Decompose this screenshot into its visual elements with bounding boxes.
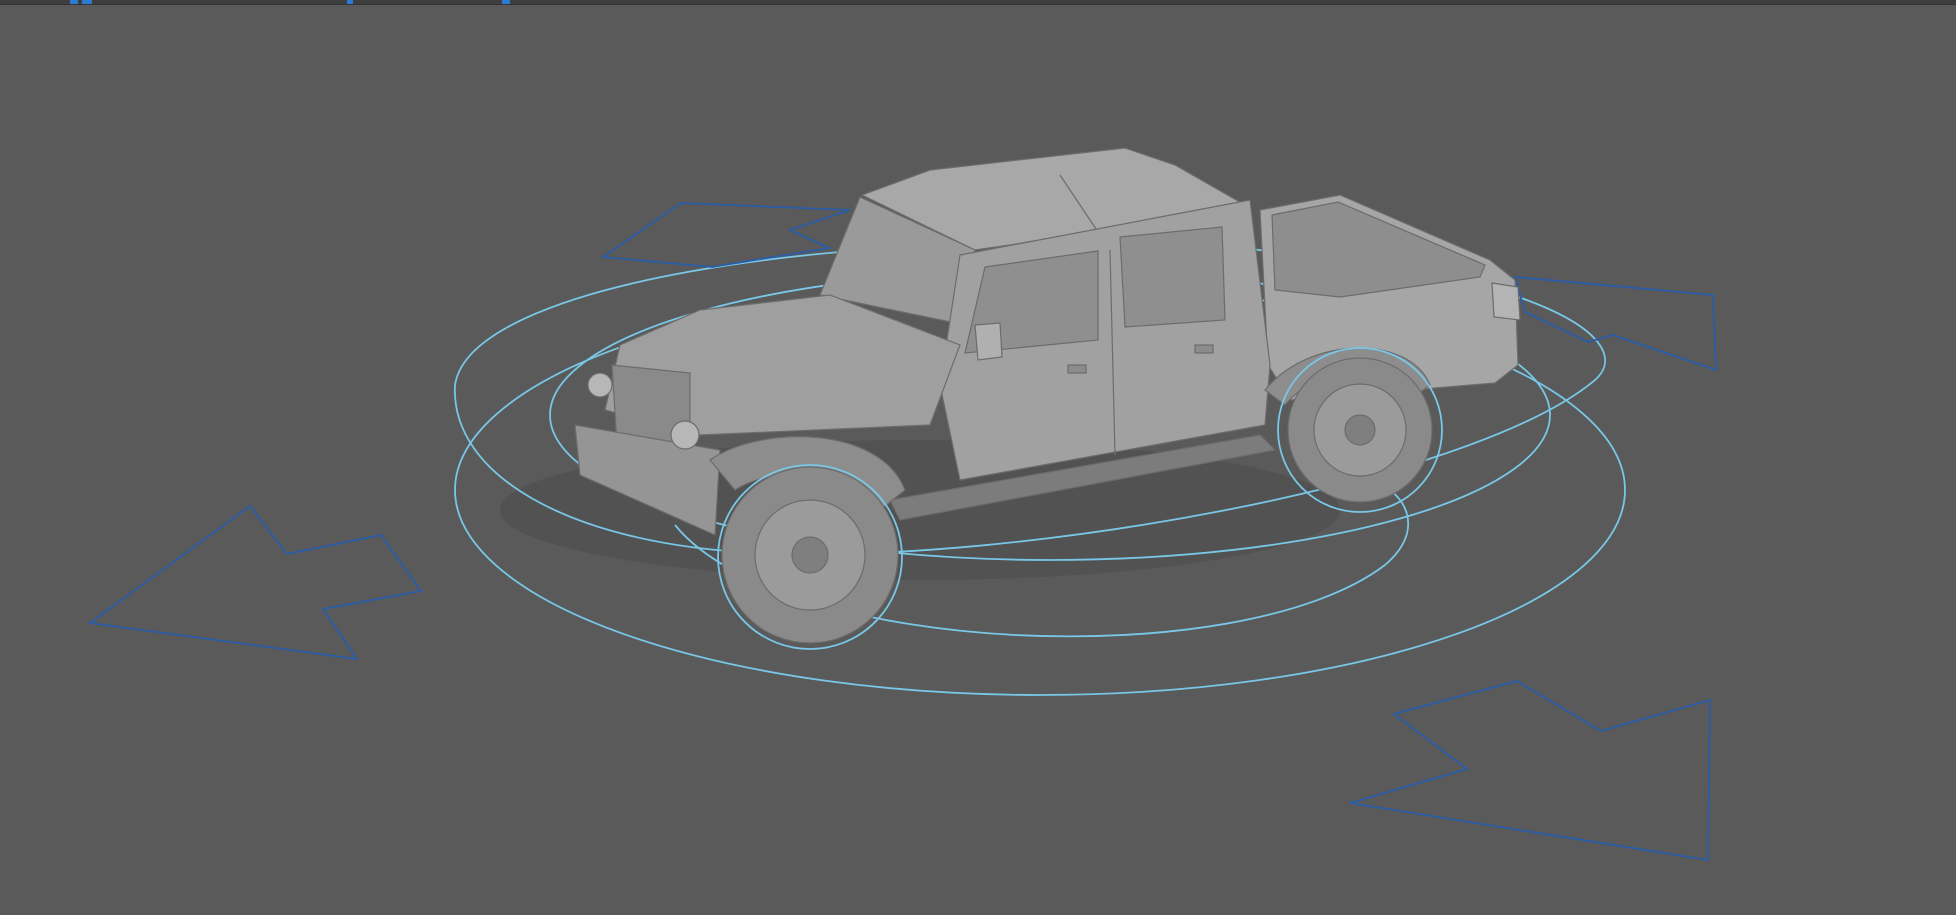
toolbar-button-2[interactable]: [82, 0, 92, 4]
door-handle-front: [1067, 364, 1087, 374]
door-handle-rear: [1194, 344, 1214, 354]
headlight-left: [587, 372, 613, 398]
arrow-front-left-icon[interactable]: [87, 504, 423, 661]
arrow-front-right-icon[interactable]: [1349, 680, 1711, 862]
toolbar-button-1[interactable]: [70, 0, 78, 4]
toolbar-button-4[interactable]: [502, 0, 510, 4]
side-mirror: [974, 322, 1003, 361]
3d-viewport[interactable]: [0, 5, 1956, 915]
headlight-right: [670, 420, 700, 450]
viewport-canvas[interactable]: [0, 5, 1956, 915]
3d-app-window: [0, 0, 1956, 915]
toolbar-button-3[interactable]: [347, 0, 353, 4]
rear-door-window: [1119, 226, 1226, 328]
tailgate-light: [1491, 282, 1521, 321]
arrow-back-right-icon[interactable]: [1513, 275, 1717, 372]
arrow-back-left-icon[interactable]: [600, 202, 851, 268]
rear-wheel: [1287, 357, 1433, 503]
front-wheel: [721, 466, 899, 644]
